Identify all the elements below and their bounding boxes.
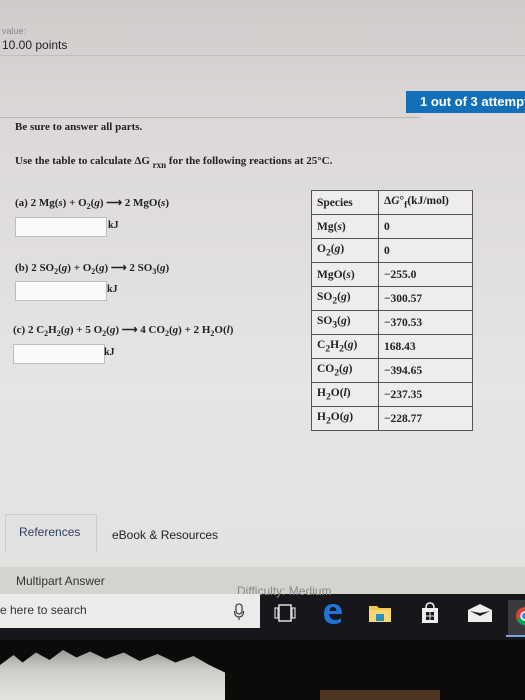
species-cell: Mg(s) xyxy=(311,214,379,239)
species-cell: MgO(s) xyxy=(311,262,379,287)
species-cell: CO2(g) xyxy=(311,358,379,383)
reaction-a-answer-input[interactable] xyxy=(15,217,107,237)
fur-object xyxy=(0,650,225,700)
table-row: C2H2(g) 168.43 xyxy=(311,334,473,359)
delta-g-cell: −394.65 xyxy=(378,358,473,383)
instruction-subscript: rxn xyxy=(152,160,167,170)
instruction-prefix: Use the table to calculate ΔG xyxy=(15,155,150,167)
store-icon[interactable] xyxy=(415,598,445,628)
delta-g-cell: 168.43 xyxy=(378,334,473,359)
reaction-a-equation: (a) 2 Mg(s) + O2(g) ⟶ 2 MgO(s) xyxy=(15,197,170,212)
table-row: SO3(g) −370.53 xyxy=(311,310,473,335)
delta-g-cell: −300.57 xyxy=(378,286,473,311)
task-view-icon[interactable] xyxy=(270,598,300,628)
species-cell: C2H2(g) xyxy=(311,334,379,359)
delta-g-cell: −255.0 xyxy=(378,262,473,287)
header-delta-g: ΔG°f(kJ/mol) xyxy=(378,190,473,215)
delta-g-cell: 0 xyxy=(378,214,473,239)
species-cell: O2(g) xyxy=(311,238,379,263)
species-cell: H2O(g) xyxy=(311,406,379,431)
delta-g-cell: −370.53 xyxy=(378,310,473,335)
tab-references[interactable]: References xyxy=(5,514,97,552)
divider xyxy=(0,55,525,56)
multipart-answer-label: Multipart Answer xyxy=(16,574,105,588)
reaction-c-equation: (c) 2 C2H2(g) + 5 O2(g) ⟶ 4 CO2(g) + 2 H… xyxy=(13,324,234,339)
table-row: SO2(g) −300.57 xyxy=(311,286,473,311)
tab-ebook-resources[interactable]: eBook & Resources xyxy=(112,528,218,542)
reaction-a-unit: kJ xyxy=(108,220,119,231)
chrome-icon[interactable] xyxy=(515,606,525,626)
reaction-b-answer-input[interactable] xyxy=(15,281,107,301)
table-row: Mg(s) 0 xyxy=(311,214,473,239)
file-explorer-icon[interactable] xyxy=(365,598,395,628)
instruction-answer-all: Be sure to answer all parts. xyxy=(15,121,143,133)
mail-icon[interactable] xyxy=(465,598,495,628)
delta-g-cell: 0 xyxy=(378,238,473,263)
value-label: value: xyxy=(2,26,27,36)
table-row: H2O(g) −228.77 xyxy=(311,406,473,431)
header-species: Species xyxy=(311,190,379,215)
reaction-c-unit: kJ xyxy=(104,347,115,358)
table-row: H2O(l) −237.35 xyxy=(311,382,473,407)
table-header-row: Species ΔG°f(kJ/mol) xyxy=(311,190,473,215)
table-row: MgO(s) −255.0 xyxy=(311,262,473,287)
reaction-b-equation: (b) 2 SO2(g) + O2(g) ⟶ 2 SO3(g) xyxy=(15,262,170,277)
points-value: 10.00 points xyxy=(2,38,68,52)
microphone-icon[interactable] xyxy=(233,603,245,621)
reaction-b-unit: kJ xyxy=(107,284,118,295)
delta-g-cell: −228.77 xyxy=(378,406,473,431)
attempt-badge: 1 out of 3 attempts xyxy=(406,91,525,113)
species-cell: H2O(l) xyxy=(311,382,379,407)
species-cell: SO3(g) xyxy=(311,310,379,335)
floor-object xyxy=(320,690,440,700)
taskbar-search-text: e here to search xyxy=(0,603,87,617)
species-cell: SO2(g) xyxy=(311,286,379,311)
instruction-calculate: Use the table to calculate ΔG rxn for th… xyxy=(15,155,333,170)
chrome-active-indicator xyxy=(506,635,525,637)
divider xyxy=(0,117,420,118)
free-energy-table: Species ΔG°f(kJ/mol) Mg(s) 0 O2(g) 0 MgO(s) −… xyxy=(311,190,473,431)
table-row: O2(g) 0 xyxy=(311,238,473,263)
table-row: CO2(g) −394.65 xyxy=(311,358,473,383)
edge-icon[interactable] xyxy=(318,598,348,628)
delta-g-cell: −237.35 xyxy=(378,382,473,407)
reaction-c-answer-input[interactable] xyxy=(13,344,105,364)
instruction-suffix: for the following reactions at 25°C. xyxy=(168,155,333,167)
